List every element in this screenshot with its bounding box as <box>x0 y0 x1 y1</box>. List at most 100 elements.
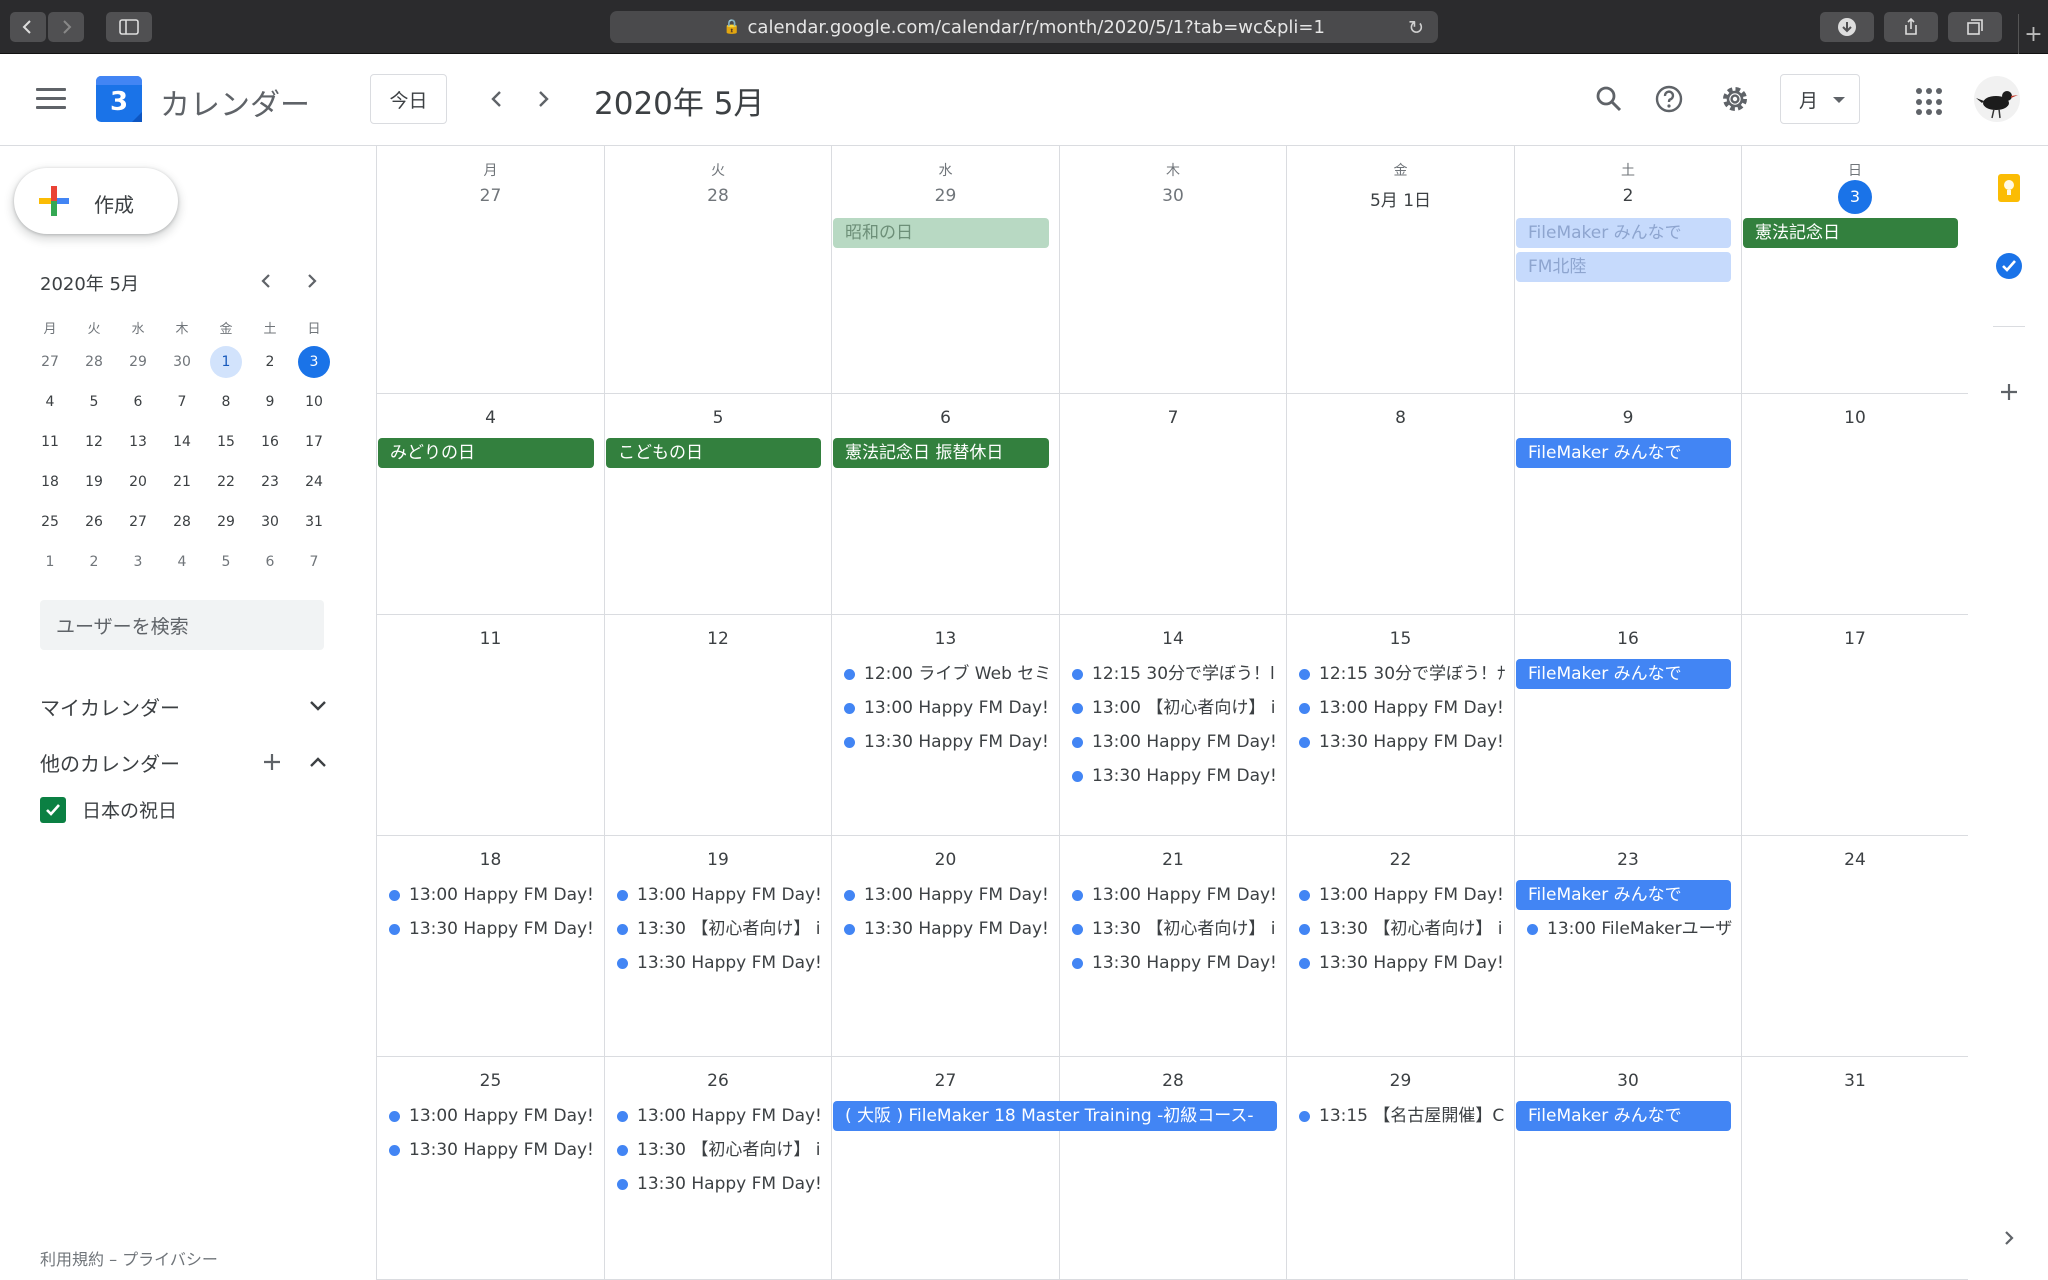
timed-event[interactable]: 13:00 FileMakerユーザ <box>1515 914 1739 944</box>
today-button[interactable]: 今日 <box>370 74 447 124</box>
multi-day-event-chip[interactable]: ( 大阪 ) FileMaker 18 Master Training -初級コ… <box>833 1101 1277 1131</box>
browser-back-button[interactable] <box>10 12 46 42</box>
day-cell[interactable]: 20 13:00 Happy FM Day! 13:30 Happy FM Da… <box>832 836 1060 1057</box>
mini-day[interactable]: 20 <box>116 462 160 502</box>
calendar-logo-icon[interactable]: 3 <box>96 76 142 122</box>
timed-event[interactable]: 13:30 Happy FM Day! <box>377 914 601 944</box>
timed-event[interactable]: 13:00 Happy FM Day! <box>1060 727 1284 757</box>
address-bar[interactable]: 🔒 calendar.google.com/calendar/r/month/2… <box>610 11 1438 43</box>
day-cell[interactable]: 土 2 FileMaker みんなで FM北陸 <box>1515 146 1742 394</box>
mini-day[interactable]: 5 <box>204 542 248 582</box>
create-button[interactable]: 作成 <box>14 168 178 234</box>
day-number[interactable]: 12 <box>605 629 831 649</box>
day-number[interactable]: 23 <box>1515 850 1741 870</box>
mini-day[interactable]: 19 <box>72 462 116 502</box>
google-apps-icon[interactable] <box>1916 88 1944 116</box>
mini-day-selected[interactable]: 1 <box>204 342 248 382</box>
day-cell[interactable]: 19 13:00 Happy FM Day! 13:30 【初心者向け】 i 1… <box>605 836 832 1057</box>
day-number[interactable]: 14 <box>1060 629 1286 649</box>
day-cell[interactable]: 25 13:00 Happy FM Day! 13:30 Happy FM Da… <box>377 1057 605 1280</box>
mini-day[interactable]: 23 <box>248 462 292 502</box>
event-chip[interactable]: FileMaker みんなで <box>1516 438 1731 468</box>
day-cell[interactable]: 10 <box>1742 394 1969 615</box>
day-number[interactable]: 16 <box>1515 629 1741 649</box>
day-number[interactable]: 11 <box>377 629 604 649</box>
mini-day[interactable]: 29 <box>116 342 160 382</box>
prev-month-button[interactable] <box>482 84 512 114</box>
day-number[interactable]: 31 <box>1742 1071 1968 1091</box>
view-selector[interactable]: 月 <box>1780 74 1860 124</box>
browser-sidebar-button[interactable] <box>106 12 152 42</box>
chevron-up-icon[interactable] <box>306 750 330 774</box>
timed-event[interactable]: 13:30 Happy FM Day! <box>1287 727 1511 757</box>
day-number-today[interactable]: 3 <box>1742 180 1968 214</box>
mini-day[interactable]: 6 <box>248 542 292 582</box>
mini-day[interactable]: 28 <box>72 342 116 382</box>
day-number[interactable]: 30 <box>1515 1071 1741 1091</box>
day-number[interactable]: 24 <box>1742 850 1968 870</box>
settings-button[interactable] <box>1714 78 1756 120</box>
holiday-event-chip[interactable]: 憲法記念日 <box>1743 218 1958 248</box>
mini-day[interactable]: 7 <box>292 542 336 582</box>
share-button[interactable] <box>1884 12 1938 42</box>
timed-event[interactable]: 13:30 Happy FM Day! <box>377 1135 601 1165</box>
timed-event[interactable]: 13:30 Happy FM Day! <box>1287 948 1511 978</box>
timed-event[interactable]: 13:30 Happy FM Day! <box>605 1169 829 1199</box>
mini-prev-month-button[interactable] <box>254 268 280 294</box>
day-cell[interactable]: 22 13:00 Happy FM Day! 13:30 【初心者向け】 i 1… <box>1287 836 1515 1057</box>
mini-day[interactable]: 16 <box>248 422 292 462</box>
mini-day[interactable]: 5 <box>72 382 116 422</box>
day-number[interactable]: 22 <box>1287 850 1514 870</box>
add-addon-icon[interactable] <box>1991 374 2027 410</box>
mini-day[interactable]: 24 <box>292 462 336 502</box>
day-number[interactable]: 7 <box>1060 408 1286 428</box>
timed-event[interactable]: 13:30 Happy FM Day! <box>605 948 829 978</box>
day-cell[interactable]: 12 <box>605 615 832 836</box>
timed-event[interactable]: 13:00 Happy FM Day! <box>1060 880 1284 910</box>
mini-day[interactable]: 22 <box>204 462 248 502</box>
mini-day[interactable]: 25 <box>28 502 72 542</box>
day-number[interactable]: 19 <box>605 850 831 870</box>
day-cell[interactable]: 金 5月 1日 <box>1287 146 1515 394</box>
mini-day[interactable]: 18 <box>28 462 72 502</box>
day-number[interactable]: 9 <box>1515 408 1741 428</box>
add-icon[interactable] <box>260 750 284 774</box>
search-users-input[interactable]: ユーザーを検索 <box>40 600 324 650</box>
day-cell[interactable]: 24 <box>1742 836 1969 1057</box>
timed-event[interactable]: 13:00 Happy FM Day! <box>832 693 1056 723</box>
day-cell[interactable]: 7 <box>1060 394 1287 615</box>
holiday-event-chip[interactable]: みどりの日 <box>378 438 594 468</box>
day-cell[interactable]: 17 <box>1742 615 1969 836</box>
tasks-icon[interactable] <box>1991 248 2027 284</box>
holiday-event-chip[interactable]: 憲法記念日 振替休日 <box>833 438 1049 468</box>
timed-event[interactable]: 13:30 【初心者向け】 i <box>1287 914 1511 944</box>
day-cell[interactable]: 火 28 <box>605 146 832 394</box>
day-cell[interactable]: 29 13:15 【名古屋開催】C <box>1287 1057 1515 1280</box>
day-cell[interactable]: 11 <box>377 615 605 836</box>
mini-day[interactable]: 12 <box>72 422 116 462</box>
mini-day[interactable]: 2 <box>248 342 292 382</box>
mini-day[interactable]: 14 <box>160 422 204 462</box>
mini-day[interactable]: 28 <box>160 502 204 542</box>
mini-day[interactable]: 7 <box>160 382 204 422</box>
day-number[interactable]: 29 <box>832 186 1059 206</box>
day-number[interactable]: 30 <box>1060 186 1286 206</box>
mini-day[interactable]: 8 <box>204 382 248 422</box>
day-number[interactable]: 28 <box>605 186 831 206</box>
day-cell[interactable]: 13 12:00 ライブ Web セミ 13:00 Happy FM Day! … <box>832 615 1060 836</box>
day-number[interactable]: 15 <box>1287 629 1514 649</box>
checkbox-checked[interactable] <box>40 796 66 823</box>
mini-day[interactable]: 4 <box>28 382 72 422</box>
day-number[interactable]: 29 <box>1287 1071 1514 1091</box>
next-month-button[interactable] <box>528 84 558 114</box>
day-cell[interactable]: 木 30 <box>1060 146 1287 394</box>
day-cell[interactable]: 23 FileMaker みんなで 13:00 FileMakerユーザ <box>1515 836 1742 1057</box>
timed-event[interactable]: 13:15 【名古屋開催】C <box>1287 1101 1511 1131</box>
day-number[interactable]: 2 <box>1515 186 1741 206</box>
mini-day[interactable]: 26 <box>72 502 116 542</box>
mini-next-month-button[interactable] <box>298 268 324 294</box>
day-number[interactable]: 6 <box>832 408 1059 428</box>
day-cell[interactable]: 26 13:00 Happy FM Day! 13:30 【初心者向け】 i 1… <box>605 1057 832 1280</box>
other-calendars-section[interactable]: 他のカレンダー <box>40 742 330 782</box>
calendar-item-japan-holidays[interactable]: 日本の祝日 <box>40 796 177 823</box>
